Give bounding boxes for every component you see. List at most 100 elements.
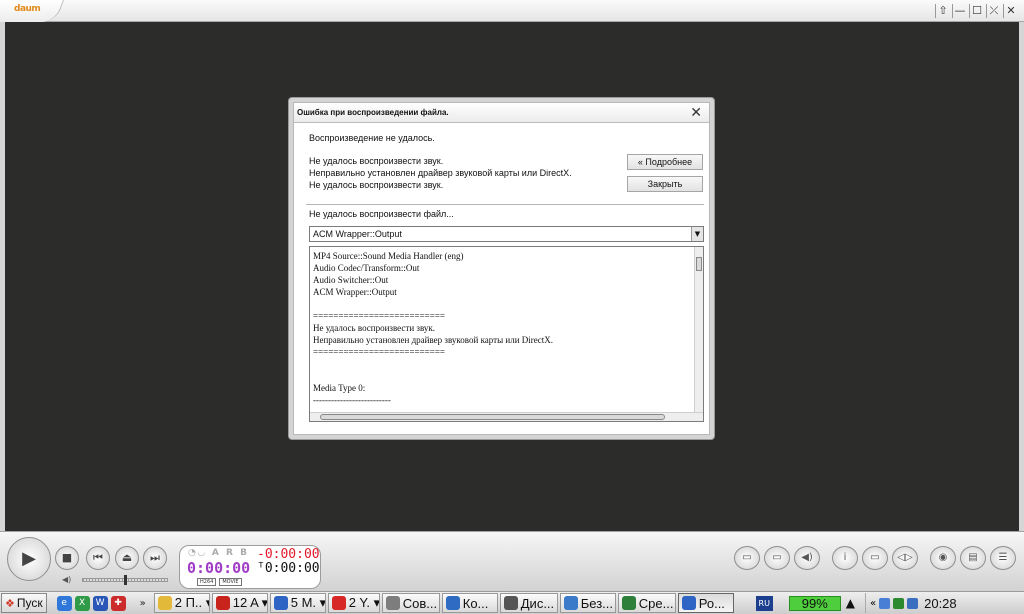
app-icon (503, 596, 518, 610)
record-icon[interactable]: ▭ (862, 546, 888, 570)
log-textarea[interactable]: MP4 Source::Sound Media Handler (eng)Aud… (309, 246, 704, 422)
taskbar-item-label: Сов... (402, 595, 438, 611)
taskbar-item[interactable]: Без... (559, 593, 616, 613)
right-control-buttons: ▭ ▭ ◀) i ▭ ◁▷ ◉ ▤ ☰ (734, 546, 1016, 570)
word-icon[interactable]: W (92, 595, 108, 611)
eject-button[interactable]: ⏏ (115, 546, 139, 570)
dialog-body: Ошибка при воспроизведении файла. ✕ Восп… (293, 102, 710, 435)
settings-icon[interactable]: ▤ (960, 546, 986, 570)
log-line: Media Type 0: (313, 383, 366, 393)
quick-launch-more[interactable]: » (140, 598, 146, 609)
taskbar-item[interactable]: Сре... (617, 593, 676, 613)
taskbar-item-label: 12 A ▾ (232, 595, 268, 610)
codec-tag: H264 (197, 578, 217, 586)
log-line: ========================== (313, 347, 445, 357)
volume-slider-knob[interactable] (124, 575, 127, 585)
vertical-scroll-thumb[interactable] (696, 257, 702, 271)
taskbar-item-label: Ро... (698, 595, 725, 611)
chevron-down-icon[interactable]: ▼ (691, 227, 703, 241)
start-label: Пуск (16, 596, 43, 610)
next-button[interactable]: ⏭ (143, 546, 167, 570)
close-button[interactable]: ✕ (1003, 4, 1018, 18)
excel-icon[interactable]: X (74, 595, 90, 611)
close-dialog-button[interactable]: Закрыть (627, 176, 703, 192)
app-logo: daum (14, 4, 41, 14)
screen-mode-icon[interactable]: ▭ (734, 546, 760, 570)
taskbar-item-label: Сре... (638, 595, 674, 611)
log-line: Audio Codec/Transform::Out (313, 263, 420, 273)
divider (306, 204, 704, 205)
ie-icon[interactable]: e (56, 595, 72, 611)
error-message-1: Не удалось воспроизвести звук. (309, 156, 444, 166)
taskbar-item-label: 2 П.. ▾ (174, 595, 210, 610)
filter-select[interactable]: ACM Wrapper::Output ▼ (309, 226, 704, 242)
app-icon (445, 596, 460, 610)
log-line: Audio Switcher::Out (313, 275, 389, 285)
play-button[interactable]: ▶ (7, 537, 51, 581)
vr-icon[interactable]: ◁▷ (892, 546, 918, 570)
app-icon (563, 596, 578, 610)
taskbar-item[interactable]: Дис... (499, 593, 558, 613)
taskbar-item[interactable]: Сов... (381, 593, 440, 613)
fullscreen-button[interactable]: ⤫ (986, 4, 1001, 18)
antivirus-icon[interactable] (893, 597, 905, 609)
battery-indicator[interactable]: 99% (788, 595, 841, 611)
playlist-icon[interactable]: ☰ (990, 546, 1016, 570)
log-line: ACM Wrapper::Output (313, 287, 397, 297)
log-line: -------------------------- (313, 395, 391, 405)
time-current: 0:00:00 (187, 559, 251, 577)
tray-expand-icon[interactable]: « (870, 598, 876, 609)
taskbar-item-label: Дис... (520, 595, 555, 611)
vertical-scrollbar[interactable] (694, 247, 703, 412)
volume-icon[interactable]: ◀) (62, 575, 71, 584)
app-icon[interactable]: ✚ (110, 595, 126, 611)
camera-icon[interactable]: ◉ (930, 546, 956, 570)
start-button[interactable]: ❖ Пуск (1, 593, 47, 613)
time-remaining: -0:00:00 (257, 547, 320, 562)
update-icon[interactable] (907, 597, 919, 609)
dialog-title-bar[interactable]: Ошибка при воспроизведении файла. ✕ (294, 103, 709, 123)
minimize-button[interactable]: — (952, 4, 967, 18)
time-display[interactable]: ◔◡ A R B -0:00:00 0:00:00 ᵀ0:00:00 H264 … (179, 545, 321, 589)
taskbar-item[interactable]: 2 Y. ▾ (327, 593, 380, 613)
log-line: MP4 Source::Sound Media Handler (eng) (313, 251, 464, 261)
language-indicator[interactable]: RU (755, 595, 773, 611)
info-icon[interactable]: i (832, 546, 858, 570)
maximize-button[interactable]: ☐ (969, 4, 984, 18)
speaker-icon[interactable]: ◀) (794, 546, 820, 570)
pin-icon[interactable]: ⇧ (935, 4, 950, 18)
video-options-icon[interactable]: ▭ (764, 546, 790, 570)
log-line: ========================== (313, 311, 445, 321)
repeat-ab-indicators[interactable]: ◔◡ A R B (188, 548, 249, 558)
player-title-bar[interactable]: daum ⇧ — ☐ ⤫ ✕ (0, 0, 1024, 22)
taskbar-item[interactable]: 5 M. ▾ (269, 593, 326, 613)
dialog-headline: Воспроизведение не удалось. (309, 133, 435, 143)
warning-icon[interactable]: ▲ (846, 596, 855, 610)
app-icon (385, 596, 400, 610)
taskbar: ❖ Пуск e X W ✚ » 2 П.. ▾ 12 A ▾ 5 M. ▾ 2 Y.… (0, 591, 1024, 614)
details-button[interactable]: « Подробнее (627, 154, 703, 170)
network-icon[interactable] (879, 597, 891, 609)
codec-tag: MOVIE (219, 578, 242, 586)
app-icon (681, 596, 696, 610)
volume-slider[interactable] (82, 575, 168, 585)
window-frame-right (1019, 22, 1024, 531)
close-icon[interactable]: ✕ (690, 105, 702, 121)
taskbar-item[interactable]: Ро... (677, 593, 734, 613)
taskbar-item[interactable]: 12 A ▾ (211, 593, 268, 613)
filter-select-value: ACM Wrapper::Output (313, 229, 402, 239)
previous-button[interactable]: ⏮ (86, 546, 110, 570)
app-icon (621, 596, 636, 610)
log-line: Не удалось воспроизвести звук. (313, 323, 436, 333)
taskbar-item[interactable]: Ко... (441, 593, 498, 613)
app-icon (331, 596, 346, 610)
horizontal-scroll-thumb[interactable] (320, 414, 665, 420)
control-bar: ▶ ■ ⏮ ⏏ ⏭ ◀) ◔◡ A R B -0:00:00 0:00:00 ᵀ… (0, 531, 1024, 591)
taskbar-item[interactable]: 2 П.. ▾ (153, 593, 210, 613)
clock[interactable]: 20:28 (924, 596, 957, 611)
stop-button[interactable]: ■ (55, 546, 79, 570)
taskbar-item-label: Без... (580, 595, 614, 611)
horizontal-scrollbar[interactable] (310, 412, 703, 421)
